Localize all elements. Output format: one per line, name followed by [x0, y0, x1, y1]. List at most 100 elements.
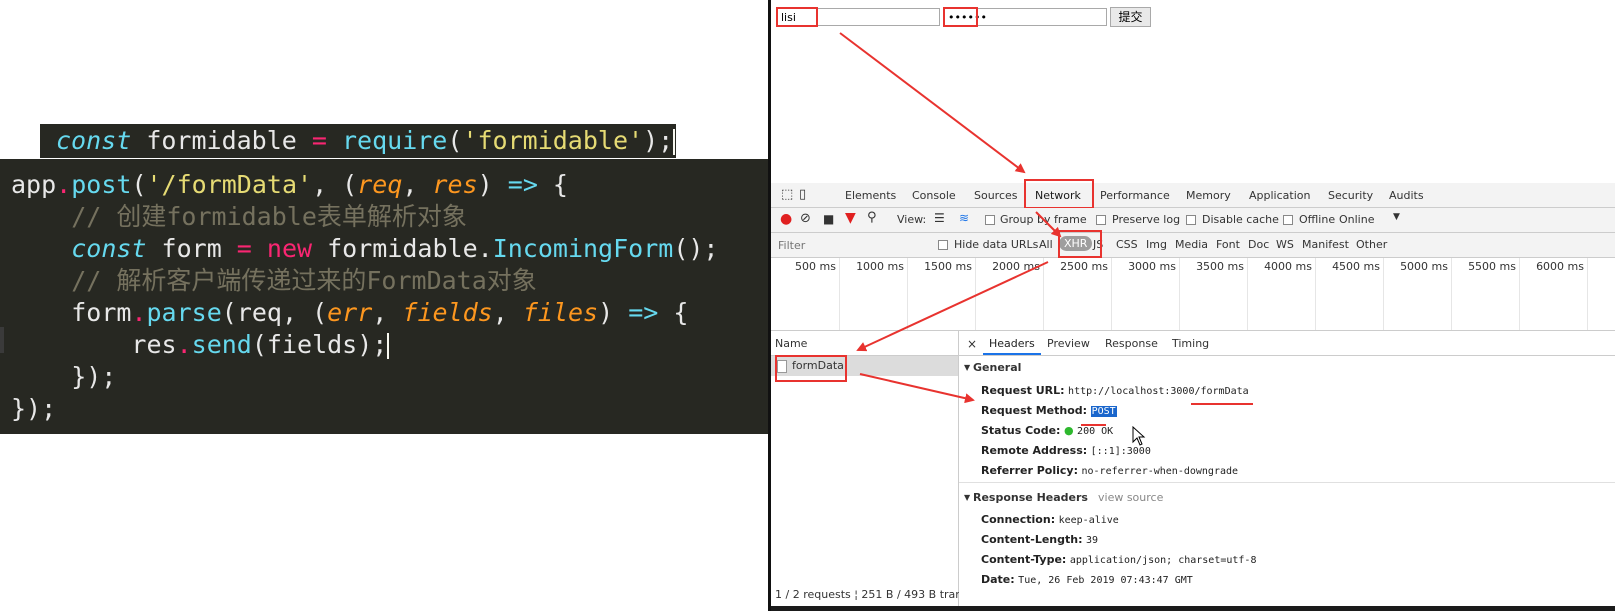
clear-icon[interactable]: ⊘: [800, 211, 811, 226]
network-filterbar: Hide data URLs All XHR JS CSS Img Media …: [771, 233, 1615, 258]
requests-summary: 1 / 2 requests ¦ 251 B / 493 B tran...: [775, 588, 973, 601]
timeline-gridline: [907, 258, 908, 330]
request-method-value: POST: [1090, 406, 1117, 417]
filter-type-doc[interactable]: Doc: [1248, 238, 1269, 251]
submit-button[interactable]: 提交: [1110, 7, 1151, 27]
timeline-tick: 2500 ms: [1060, 260, 1108, 273]
filter-type-manifest[interactable]: Manifest: [1302, 238, 1349, 251]
disable-cache-label: Disable cache: [1202, 213, 1279, 226]
screenshot-icon[interactable]: ■: [823, 212, 834, 226]
list-view-icon[interactable]: ☰: [934, 211, 945, 225]
filter-type-other[interactable]: Other: [1356, 238, 1387, 251]
timeline-gridline: [1111, 258, 1112, 330]
request-url-label: Request URL:: [981, 384, 1065, 397]
filter-type-font[interactable]: Font: [1216, 238, 1240, 251]
filter-type-all[interactable]: All: [1039, 238, 1053, 251]
filter-icon[interactable]: ▼: [845, 210, 856, 226]
code-editor-main: app.post('/formData', (req, res) => { //…: [0, 159, 770, 434]
collapse-triangle-icon[interactable]: ▼: [964, 363, 970, 372]
content-length-value: 39: [1086, 535, 1099, 546]
hide-data-urls-label: Hide data URLs: [954, 238, 1039, 251]
timeline-tick: 3500 ms: [1196, 260, 1244, 273]
content-type-row: Content-Type: application/json; charset=…: [981, 553, 1256, 566]
content-length-label: Content-Length:: [981, 533, 1083, 546]
disable-cache-checkbox[interactable]: [1186, 215, 1196, 225]
throttling-chevron-icon[interactable]: ▼: [1393, 212, 1400, 222]
date-row: Date: Tue, 26 Feb 2019 07:43:47 GMT: [981, 573, 1193, 586]
devtools-tabbar: ⬚ ▯ Elements Console Sources Network Per…: [771, 183, 1615, 208]
tab-memory[interactable]: Memory: [1186, 189, 1231, 202]
annotation-underline-method: [1081, 424, 1106, 426]
timeline-gridline: [1383, 258, 1384, 330]
request-method-row: Request Method: POST: [981, 404, 1117, 417]
detail-tab-preview[interactable]: Preview: [1047, 337, 1090, 350]
group-by-frame-checkbox[interactable]: [985, 215, 995, 225]
annotation-box-request-row: [775, 355, 847, 382]
code-comment-1: // 创建formidable表单解析对象: [11, 202, 467, 231]
record-icon[interactable]: ●: [780, 211, 792, 227]
annotation-box-xhr-filter: [1058, 230, 1102, 258]
filter-type-media[interactable]: Media: [1175, 238, 1208, 251]
timeline-tick: 500 ms: [795, 260, 836, 273]
timeline-gridline: [1587, 258, 1588, 330]
hide-data-urls-checkbox[interactable]: [938, 240, 948, 250]
code-line-8: });: [11, 394, 57, 423]
request-url-value: http://localhost:3000/formData: [1068, 386, 1249, 397]
preserve-log-checkbox[interactable]: [1096, 215, 1106, 225]
timeline-tick: 1500 ms: [924, 260, 972, 273]
text-cursor: [387, 333, 390, 359]
code-line-6: res.send(fields);: [131, 330, 390, 359]
tab-security[interactable]: Security: [1328, 189, 1373, 202]
tab-sources[interactable]: Sources: [974, 189, 1018, 202]
collapse-triangle-icon[interactable]: ▼: [964, 493, 970, 502]
annotation-box-username: [776, 7, 818, 27]
gutter-marker: [0, 327, 4, 353]
content-length-row: Content-Length: 39: [981, 533, 1098, 546]
waterfall-view-icon[interactable]: ≋: [959, 211, 969, 225]
timeline-gridline: [1315, 258, 1316, 330]
mouse-pointer-icon: [1132, 426, 1146, 446]
referrer-policy-value: no-referrer-when-downgrade: [1081, 466, 1239, 477]
tab-performance[interactable]: Performance: [1100, 189, 1170, 202]
view-source-link[interactable]: view source: [1098, 491, 1163, 504]
timeline-tick: 2000 ms: [992, 260, 1040, 273]
response-headers-title[interactable]: Response Headers: [973, 491, 1088, 504]
offline-label: Offline: [1299, 213, 1336, 226]
detail-tab-timing[interactable]: Timing: [1172, 337, 1209, 350]
annotation-box-network-tab: [1024, 179, 1094, 209]
detail-tab-response[interactable]: Response: [1105, 337, 1158, 350]
referrer-policy-label: Referrer Policy:: [981, 464, 1078, 477]
timeline-tick: 5000 ms: [1400, 260, 1448, 273]
search-icon[interactable]: ⚲: [867, 210, 877, 225]
timeline-gridline: [1451, 258, 1452, 330]
text-cursor: [673, 129, 676, 155]
tab-audits[interactable]: Audits: [1389, 189, 1424, 202]
timeline-tick: 4500 ms: [1332, 260, 1380, 273]
detail-tab-headers[interactable]: Headers: [989, 337, 1035, 350]
filter-type-ws[interactable]: WS: [1276, 238, 1294, 251]
filter-type-css[interactable]: CSS: [1116, 238, 1138, 251]
network-timeline-overview[interactable]: 500 ms 1000 ms 1500 ms 2000 ms 2500 ms 3…: [771, 258, 1615, 331]
referrer-policy-row: Referrer Policy: no-referrer-when-downgr…: [981, 464, 1238, 477]
tab-application[interactable]: Application: [1249, 189, 1310, 202]
timeline-tick: 1000 ms: [856, 260, 904, 273]
connection-label: Connection:: [981, 513, 1056, 526]
throttling-select[interactable]: Online: [1339, 213, 1374, 226]
name-column-header[interactable]: Name: [775, 337, 807, 350]
filter-input[interactable]: [775, 236, 925, 254]
device-toggle-icon[interactable]: ▯: [799, 187, 806, 202]
tab-console[interactable]: Console: [912, 189, 956, 202]
code-line-7: });: [11, 362, 117, 391]
detail-header-divider: [959, 355, 1615, 356]
code-line-require: const formidable = require('formidable')…: [56, 126, 676, 155]
status-code-label: Status Code:: [981, 424, 1061, 437]
tab-elements[interactable]: Elements: [845, 189, 896, 202]
code-line-1: app.post('/formData', (req, res) => {: [11, 170, 568, 199]
connection-row: Connection: keep-alive: [981, 513, 1119, 526]
close-icon[interactable]: ×: [967, 337, 977, 351]
status-ok-icon: ●: [1063, 424, 1074, 437]
inspect-icon[interactable]: ⬚: [781, 187, 793, 202]
filter-type-img[interactable]: Img: [1146, 238, 1167, 251]
offline-checkbox[interactable]: [1283, 215, 1293, 225]
general-section-title[interactable]: General: [973, 361, 1021, 374]
